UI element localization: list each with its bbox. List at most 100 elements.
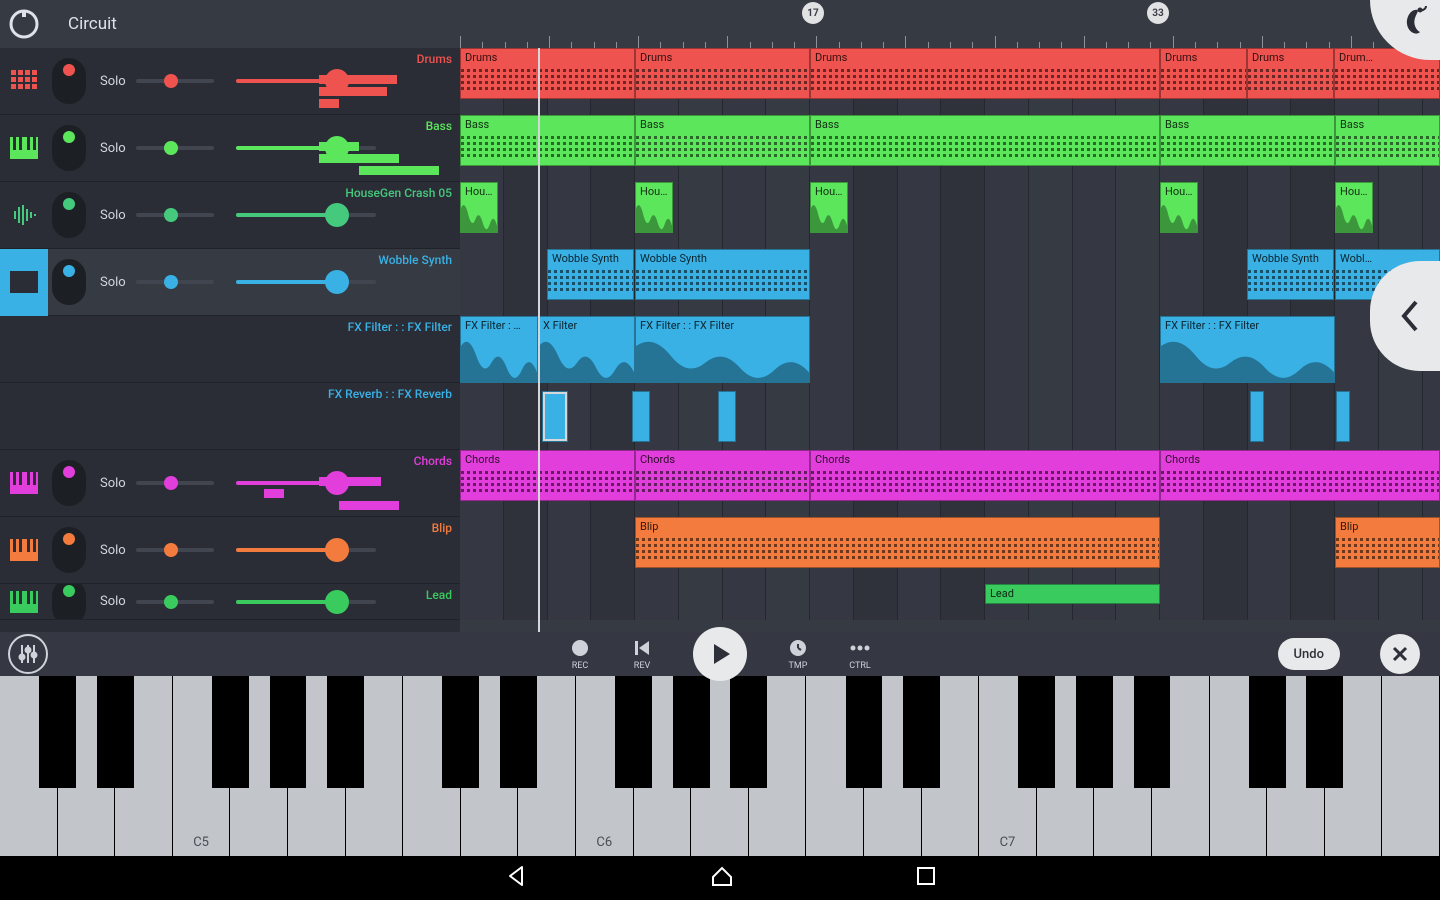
black-key[interactable] — [1134, 676, 1171, 788]
black-key[interactable] — [500, 676, 537, 788]
pan-slider[interactable] — [136, 280, 214, 284]
mute-toggle[interactable] — [52, 58, 86, 104]
pan-slider[interactable] — [136, 600, 214, 604]
clip[interactable]: Drums — [1247, 48, 1334, 99]
solo-button[interactable]: Solo — [100, 275, 126, 290]
track-header-wobble[interactable]: SoloWobble Synth — [0, 249, 460, 316]
clip[interactable]: Wobble Synth — [1247, 249, 1334, 300]
playhead[interactable] — [538, 48, 540, 632]
mute-toggle[interactable] — [52, 460, 86, 506]
track-instrument-icon[interactable] — [0, 115, 48, 182]
mute-toggle[interactable] — [52, 259, 86, 305]
pan-slider[interactable] — [136, 213, 214, 217]
black-key[interactable] — [1076, 676, 1113, 788]
clip[interactable]: Bass — [1160, 115, 1335, 166]
pan-slider[interactable] — [136, 146, 214, 150]
track-header-fxfilter[interactable]: FX Filter : : FX Filter — [0, 316, 460, 383]
pan-slider[interactable] — [136, 548, 214, 552]
timeline-row-fxfilter[interactable]: FX Filter : …X FilterFX Filter : : FX Fi… — [460, 316, 1440, 383]
track-header-blip[interactable]: SoloBlip — [0, 517, 460, 584]
mute-toggle[interactable] — [52, 527, 86, 573]
black-key[interactable] — [730, 676, 767, 788]
black-key[interactable] — [615, 676, 652, 788]
mixer-button[interactable] — [8, 634, 48, 674]
clip[interactable]: Hou… — [810, 182, 848, 233]
clip[interactable]: Drums — [635, 48, 810, 99]
volume-slider[interactable] — [236, 548, 376, 552]
track-instrument-icon[interactable] — [0, 584, 48, 620]
track-instrument-icon[interactable] — [0, 517, 48, 584]
volume-slider[interactable] — [236, 600, 376, 604]
timeline-row-blip[interactable]: Blip Blip — [460, 517, 1440, 584]
volume-slider[interactable] — [236, 213, 376, 217]
timeline-row-chords[interactable]: ChordsChordsChordsChords — [460, 450, 1440, 517]
timeline-row-drums[interactable]: DrumsDrumsDrumsDrumsDrumsDrum… — [460, 48, 1440, 115]
clip[interactable]: Bass — [460, 115, 635, 166]
clip[interactable] — [1336, 391, 1350, 442]
timeline-row-wobble[interactable]: Wobble SynthWobble SynthWobble SynthWobl… — [460, 249, 1440, 316]
black-key[interactable] — [39, 676, 76, 788]
mute-toggle[interactable] — [52, 584, 86, 620]
recents-icon[interactable] — [915, 865, 937, 891]
timeline-row-fxreverb[interactable] — [460, 383, 1440, 450]
tempo-button[interactable]: TMP — [787, 637, 809, 671]
clip[interactable]: Bass — [810, 115, 1160, 166]
timeline-row-bass[interactable]: BassBassBassBassBass — [460, 115, 1440, 182]
black-key[interactable] — [270, 676, 307, 788]
clip[interactable] — [542, 391, 568, 442]
black-key[interactable] — [212, 676, 249, 788]
home-icon[interactable] — [709, 863, 735, 893]
clip[interactable]: Drums — [460, 48, 635, 99]
clip[interactable]: Hou… — [635, 182, 673, 233]
control-button[interactable]: CTRL — [849, 637, 871, 671]
track-header-crash[interactable]: SoloHouseGen Crash 05 — [0, 182, 460, 249]
clip[interactable]: Blip — [1335, 517, 1440, 568]
undo-button[interactable]: Undo — [1278, 638, 1340, 670]
clip[interactable]: Hou… — [1160, 182, 1198, 233]
back-icon[interactable] — [503, 863, 529, 893]
timeline-marker[interactable]: 17 — [802, 2, 824, 24]
track-header-fxreverb[interactable]: FX Reverb : : FX Reverb — [0, 383, 460, 450]
clip[interactable] — [632, 391, 650, 442]
solo-button[interactable]: Solo — [100, 476, 126, 491]
clip-timeline[interactable]: DrumsDrumsDrumsDrumsDrumsDrum…BassBassBa… — [460, 48, 1440, 632]
clip[interactable]: Hou… — [1335, 182, 1373, 233]
track-header-drums[interactable]: SoloDrums — [0, 48, 460, 115]
track-instrument-icon[interactable] — [0, 48, 48, 115]
white-key[interactable] — [1382, 676, 1440, 856]
clip[interactable]: Drums — [1160, 48, 1247, 99]
solo-button[interactable]: Solo — [100, 543, 126, 558]
track-instrument-icon[interactable] — [0, 450, 48, 517]
black-key[interactable] — [903, 676, 940, 788]
track-header-bass[interactable]: SoloBass — [0, 115, 460, 182]
track-instrument-icon[interactable] — [0, 182, 48, 249]
clip[interactable]: Lead — [985, 584, 1160, 604]
clip[interactable]: Chords — [810, 450, 1160, 501]
pan-slider[interactable] — [136, 79, 214, 83]
black-key[interactable] — [327, 676, 364, 788]
black-key[interactable] — [1249, 676, 1286, 788]
rewind-button[interactable]: REV — [631, 637, 653, 671]
clip[interactable]: Chords — [1160, 450, 1440, 501]
pan-slider[interactable] — [136, 481, 214, 485]
close-button[interactable] — [1380, 634, 1420, 674]
clip[interactable]: X Filter — [538, 316, 635, 383]
clip[interactable]: Blip — [635, 517, 1160, 568]
clip[interactable]: Wobble Synth — [547, 249, 634, 300]
track-header-chords[interactable]: SoloChords — [0, 450, 460, 517]
clip[interactable] — [718, 391, 736, 442]
black-key[interactable] — [846, 676, 883, 788]
record-button[interactable]: REC — [569, 637, 591, 671]
play-button[interactable] — [693, 627, 747, 681]
clip[interactable]: Bass — [635, 115, 810, 166]
timeline-row-crash[interactable]: Hou… Hou… Hou… Hou… Hou… — [460, 182, 1440, 249]
clip[interactable]: Bass — [1335, 115, 1440, 166]
black-key[interactable] — [1306, 676, 1343, 788]
black-key[interactable] — [442, 676, 479, 788]
piano-keyboard[interactable]: C5C6C7 — [0, 676, 1440, 856]
clip[interactable]: Hou… — [460, 182, 498, 233]
clip[interactable]: Drums — [810, 48, 1160, 99]
timeline-marker[interactable]: 33 — [1147, 2, 1169, 24]
clip[interactable]: FX Filter : : FX Filter — [635, 316, 810, 383]
mute-toggle[interactable] — [52, 125, 86, 171]
